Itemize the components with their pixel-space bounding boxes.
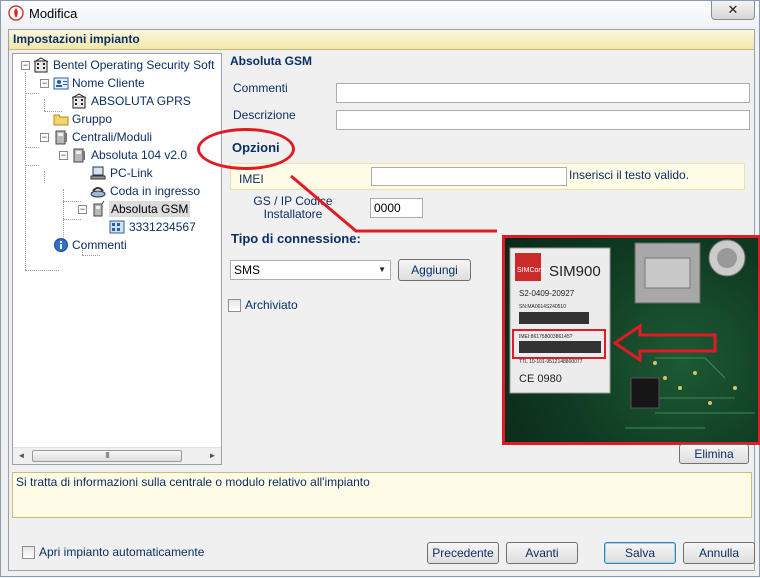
annotation-connector bbox=[290, 174, 497, 233]
modifica-window: Modifica ✕ Impostazioni impianto − Bente… bbox=[0, 0, 760, 577]
